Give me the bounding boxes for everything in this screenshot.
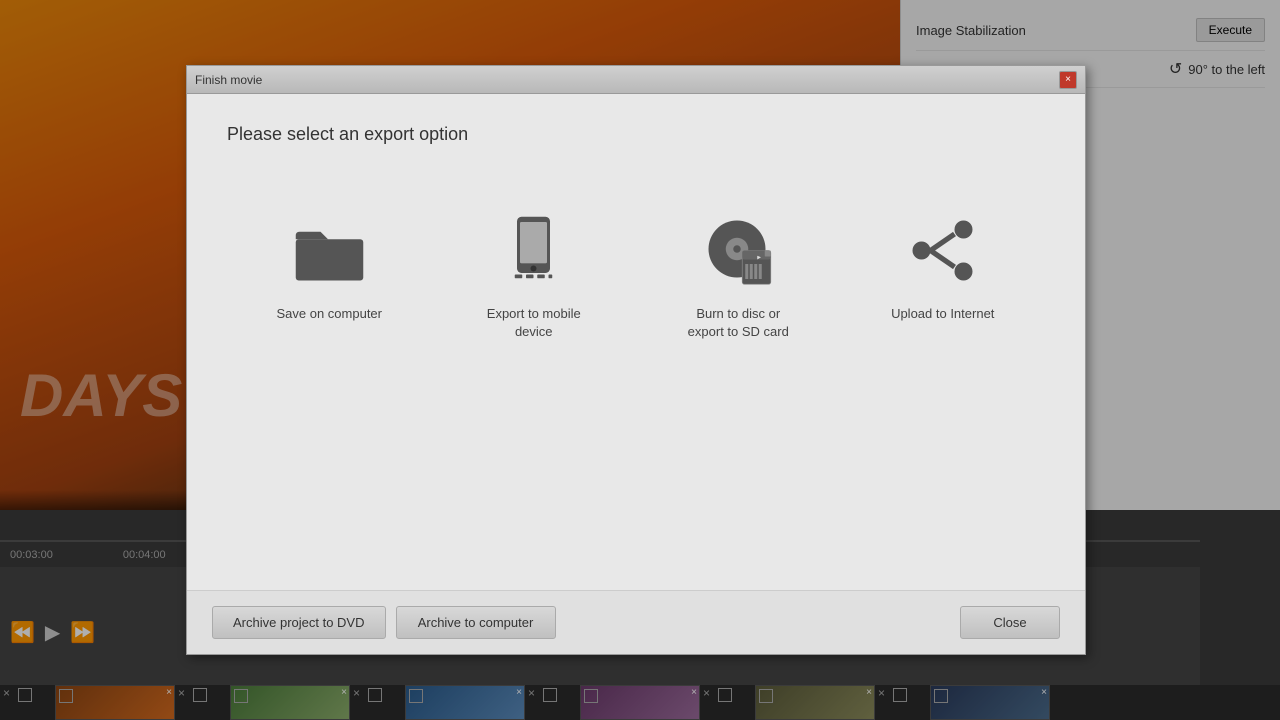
close-button[interactable]: Close bbox=[960, 606, 1060, 639]
dialog-close-button[interactable]: × bbox=[1059, 71, 1077, 89]
dialog-heading: Please select an export option bbox=[227, 124, 1045, 145]
burn-disc-option[interactable]: Burn to disc or export to SD card bbox=[663, 195, 813, 356]
burn-disc-icon bbox=[698, 210, 778, 290]
dialog-titlebar: Finish movie × bbox=[187, 66, 1085, 94]
save-computer-icon bbox=[289, 210, 369, 290]
dialog-body: Please select an export option Save on c… bbox=[187, 94, 1085, 590]
mobile-icon bbox=[496, 213, 571, 288]
upload-internet-label: Upload to Internet bbox=[891, 305, 994, 323]
archive-dvd-button[interactable]: Archive project to DVD bbox=[212, 606, 386, 639]
export-mobile-option[interactable]: Export to mobile device bbox=[459, 195, 609, 356]
dialog-footer: Archive project to DVD Archive to comput… bbox=[187, 590, 1085, 654]
save-computer-option[interactable]: Save on computer bbox=[254, 195, 404, 338]
save-computer-label: Save on computer bbox=[276, 305, 382, 323]
disc-icon bbox=[701, 213, 776, 288]
share-icon bbox=[905, 213, 980, 288]
export-options: Save on computer bbox=[227, 195, 1045, 560]
footer-left-buttons: Archive project to DVD Archive to comput… bbox=[212, 606, 945, 639]
folder-icon bbox=[292, 213, 367, 288]
export-mobile-label: Export to mobile device bbox=[474, 305, 594, 341]
dialog-title: Finish movie bbox=[195, 73, 1059, 87]
burn-disc-label: Burn to disc or export to SD card bbox=[678, 305, 798, 341]
archive-computer-button[interactable]: Archive to computer bbox=[396, 606, 556, 639]
export-mobile-icon bbox=[494, 210, 574, 290]
upload-internet-icon bbox=[903, 210, 983, 290]
finish-movie-dialog: Finish movie × Please select an export o… bbox=[186, 65, 1086, 655]
upload-internet-option[interactable]: Upload to Internet bbox=[868, 195, 1018, 338]
